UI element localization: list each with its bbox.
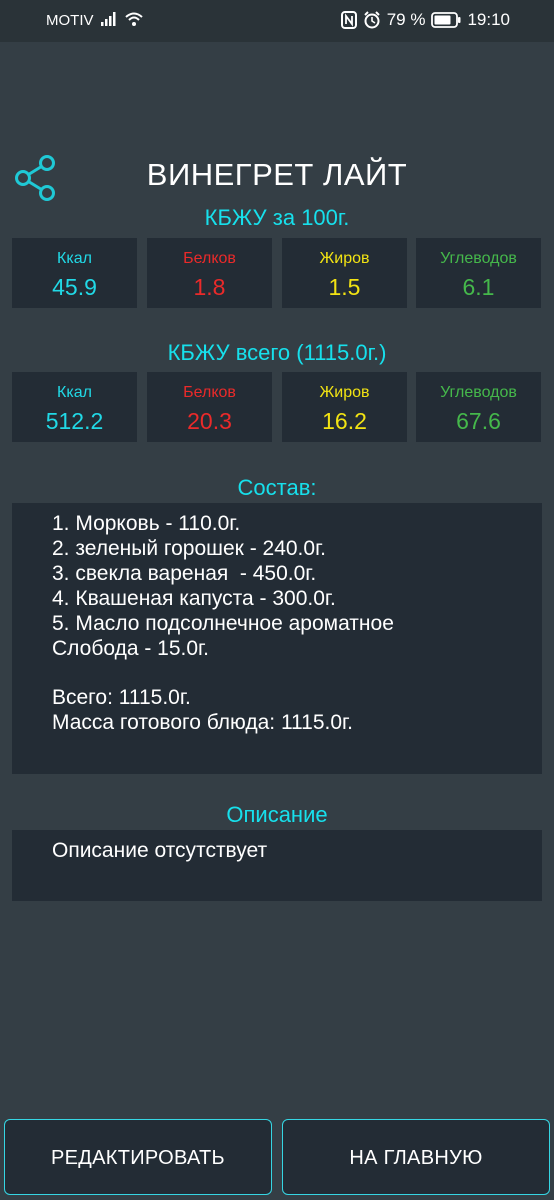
per100-kcal-card: Ккал 45.9	[12, 238, 137, 308]
per100-protein-card: Белков 1.8	[147, 238, 272, 308]
stat-value: 45.9	[52, 274, 97, 300]
composition-line: 3. свекла вареная - 450.0г.	[52, 562, 317, 585]
stat-value: 6.1	[462, 274, 495, 300]
total-kcal-card: Ккал 512.2	[12, 372, 137, 442]
total-carbs-card: Углеводов 67.6	[416, 372, 541, 442]
stat-label: Белков	[183, 384, 236, 401]
stat-label: Жиров	[319, 250, 370, 267]
stat-value: 1.5	[328, 274, 361, 300]
carrier-name: MOTIV	[46, 12, 94, 29]
total-protein-card: Белков 20.3	[147, 372, 272, 442]
description-heading: Описание	[226, 802, 328, 827]
composition-panel: 1. Морковь - 110.0г. 2. зеленый горошек …	[12, 503, 542, 774]
stat-value: 20.3	[187, 408, 232, 434]
battery-percent: 79 %	[386, 10, 426, 29]
stat-label: Белков	[183, 250, 236, 267]
alarm-icon	[363, 11, 380, 29]
stat-value: 512.2	[45, 408, 104, 434]
composition-line: 2. зеленый горошек - 240.0г.	[52, 537, 327, 560]
per100-carbs-card: Углеводов 6.1	[416, 238, 541, 308]
edit-button[interactable]: РЕДАКТИРОВАТЬ	[4, 1119, 272, 1195]
per100-heading: КБЖУ за 100г.	[204, 205, 350, 230]
per100-stats: Ккал 45.9 Белков 1.8 Жиров 1.5 Углеводов…	[12, 238, 542, 308]
stat-label: Ккал	[57, 250, 92, 267]
stat-value: 67.6	[456, 408, 501, 434]
stat-value: 1.8	[193, 274, 226, 300]
composition-total: Всего: 1115.0г.	[52, 686, 191, 709]
composition-line: 5. Масло подсолнечное ароматное	[52, 612, 394, 635]
home-button[interactable]: НА ГЛАВНУЮ	[282, 1119, 550, 1195]
nfc-icon	[340, 11, 357, 29]
composition-ready-mass: Масса готового блюда: 1115.0г.	[52, 711, 353, 734]
stat-label: Жиров	[319, 384, 370, 401]
total-fat-card: Жиров 16.2	[282, 372, 407, 442]
stat-label: Ккал	[57, 384, 92, 401]
stat-label: Углеводов	[440, 250, 517, 267]
composition-heading: Состав:	[237, 475, 317, 500]
clock: 19:10	[467, 10, 510, 29]
composition-line: Слобода - 15.0г.	[52, 637, 209, 660]
description-panel: Описание отсутствует	[12, 830, 542, 901]
description-text: Описание отсутствует	[52, 839, 268, 862]
recipe-title: ВИНЕГРЕТ ЛАЙТ	[146, 157, 408, 192]
status-bar: MOTIV 79 % 19:10	[0, 0, 554, 42]
stat-label: Углеводов	[440, 384, 517, 401]
wifi-icon	[125, 12, 143, 26]
battery-icon	[431, 12, 461, 28]
composition-line: 1. Морковь - 110.0г.	[52, 512, 241, 535]
composition-line: 4. Квашеная капуста - 300.0г.	[52, 587, 336, 610]
total-heading: КБЖУ всего (1115.0г.)	[167, 340, 387, 365]
signal-icon	[101, 12, 116, 26]
stat-value: 16.2	[322, 408, 367, 434]
total-stats: Ккал 512.2 Белков 20.3 Жиров 16.2 Углево…	[12, 372, 542, 442]
per100-fat-card: Жиров 1.5	[282, 238, 407, 308]
